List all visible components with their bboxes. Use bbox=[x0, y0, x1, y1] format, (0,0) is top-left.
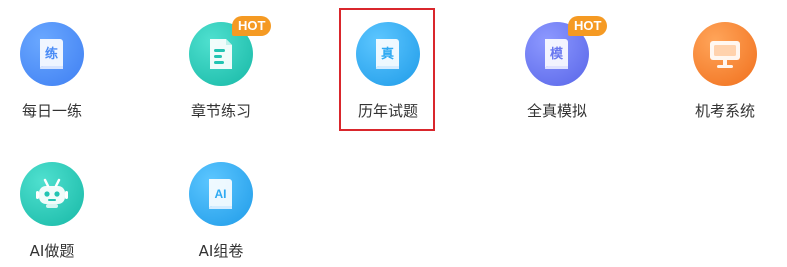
tile-label: 历年试题 bbox=[357, 102, 418, 120]
tile-label: 章节练习 bbox=[190, 102, 251, 120]
exam-book-icon: 真 bbox=[356, 22, 420, 86]
menu-tile-chapter-practice[interactable]: HOT 章节练习 bbox=[166, 0, 276, 120]
menu-tile-past-exams[interactable]: 真 历年试题 bbox=[333, 0, 443, 120]
svg-text:模: 模 bbox=[550, 46, 564, 62]
menu-tile-mock-exam[interactable]: 模 HOT 全真模拟 bbox=[502, 0, 612, 120]
menu-tile-daily-practice[interactable]: 练 每日一练 bbox=[0, 0, 107, 120]
practice-book-icon: 练 bbox=[20, 22, 84, 86]
tile-label: AI组卷 bbox=[198, 242, 244, 260]
menu-tile-ai-practice[interactable]: AI做题 bbox=[0, 140, 107, 260]
hot-badge: HOT bbox=[232, 16, 272, 36]
ai-book-icon: AI bbox=[189, 162, 253, 226]
menu-tile-ai-paper[interactable]: AI AI组卷 bbox=[166, 140, 276, 260]
tile-label: AI做题 bbox=[29, 242, 75, 260]
tile-label: 每日一练 bbox=[21, 102, 82, 120]
tile-label: 全真模拟 bbox=[526, 102, 587, 120]
monitor-icon bbox=[693, 22, 757, 86]
robot-icon bbox=[20, 162, 84, 226]
svg-text:真: 真 bbox=[381, 46, 394, 62]
svg-text:AI: AI bbox=[215, 187, 227, 201]
tile-label: 机考系统 bbox=[694, 102, 755, 120]
hot-badge: HOT bbox=[568, 16, 608, 36]
svg-text:练: 练 bbox=[45, 46, 58, 62]
menu-tile-computer-exam[interactable]: 机考系统 bbox=[670, 0, 780, 120]
